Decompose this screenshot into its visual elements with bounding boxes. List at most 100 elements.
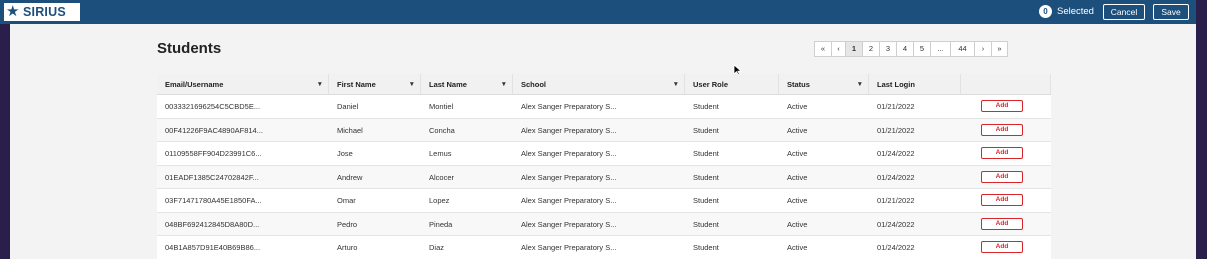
cell-last-login: 01/21/2022: [877, 102, 915, 111]
cell-last-name: Concha: [429, 125, 455, 135]
cell-user-role: Student: [693, 149, 719, 158]
table-body: 0033321696254C5CBD5E... Daniel Montiel Alex…: [157, 95, 1051, 259]
cell-first-name: Pedro: [337, 219, 358, 229]
cell-actions: Add: [961, 213, 1051, 236]
add-button[interactable]: Add: [981, 241, 1023, 253]
add-button[interactable]: Add: [981, 194, 1023, 206]
cell-last-name: Diaz: [429, 243, 445, 252]
cell-status: Active: [787, 196, 808, 205]
table-row[interactable]: 0033321696254C5CBD5E... Daniel Montiel Alex…: [157, 95, 1051, 119]
page-title: Students: [157, 40, 222, 57]
column-header-school: School ▼: [513, 74, 685, 94]
cell-actions: Add: [961, 236, 1051, 259]
table-row[interactable]: 03F71471780A45E1850FA... Omar Lopez Alex Sa…: [157, 189, 1051, 213]
column-header-first-name: First Name ▼: [329, 74, 421, 94]
page-button-1[interactable]: 1: [845, 41, 862, 57]
cell-first-name: Andrew: [337, 172, 363, 182]
cell-last-name: Alcocer: [429, 172, 455, 182]
cell-actions: Add: [961, 95, 1051, 118]
cell-status: Active: [787, 102, 808, 111]
column-header-last-name: Last Name ▼: [421, 74, 513, 94]
table-row[interactable]: 01EADF1385C24702842F... Andrew Alcocer Alex…: [157, 165, 1051, 189]
cell-status: Active: [787, 149, 808, 158]
cell-school: Alex Sanger Preparatory S...: [521, 172, 617, 182]
cell-email: 01EADF1385C24702842F...: [165, 172, 259, 182]
filter-icon[interactable]: ▼: [317, 74, 323, 95]
prev-page-button[interactable]: ‹: [831, 41, 845, 57]
cell-last-login: 01/24/2022: [877, 149, 915, 158]
add-button[interactable]: Add: [981, 170, 1023, 183]
cancel-button[interactable]: Cancel: [1103, 4, 1145, 20]
cell-school: Alex Sanger Preparatory S...: [521, 125, 617, 135]
cell-last-login: 01/21/2022: [877, 125, 915, 135]
cell-email: 03F71471780A45E1850FA...: [165, 196, 262, 205]
cell-email: 00F41226F9AC4890AF814...: [165, 125, 263, 135]
column-label-email: Email/Username: [165, 80, 224, 89]
column-label-user-role: User Role: [693, 80, 729, 89]
cell-first-name: Omar: [337, 196, 356, 205]
cell-email: 0033321696254C5CBD5E...: [165, 102, 261, 111]
filter-icon[interactable]: ▼: [673, 74, 679, 95]
selected-count-badge: 0: [1039, 5, 1052, 18]
cell-status: Active: [787, 243, 808, 252]
column-label-first-name: First Name: [337, 80, 376, 89]
cell-email: 01109558FF904D23991C6...: [165, 149, 262, 158]
cell-school: Alex Sanger Preparatory S...: [521, 219, 617, 229]
filter-icon[interactable]: ▼: [857, 74, 863, 95]
cell-last-login: 01/24/2022: [877, 219, 915, 229]
cell-last-login: 01/24/2022: [877, 172, 915, 182]
cell-last-name: Lemus: [429, 149, 452, 158]
save-button[interactable]: Save: [1153, 4, 1189, 20]
cell-actions: Add: [961, 119, 1051, 142]
table-row[interactable]: 00F41226F9AC4890AF814... Michael Concha Ale…: [157, 118, 1051, 142]
students-table: Email/Username ▼ First Name ▼ Last Name ▼ Scho…: [157, 74, 1051, 259]
column-header-last-login: Last Login: [869, 74, 961, 94]
sirius-logo[interactable]: ★ SIRIUS: [4, 3, 80, 21]
cell-user-role: Student: [693, 102, 719, 111]
page-button-2[interactable]: 2: [862, 41, 879, 57]
cell-first-name: Arturo: [337, 243, 358, 252]
column-header-user-role: User Role: [685, 74, 779, 94]
cell-actions: Add: [961, 142, 1051, 165]
top-bar: ★ SIRIUS 0 Selected Cancel Save: [0, 0, 1196, 24]
column-label-school: School: [521, 80, 547, 89]
add-button[interactable]: Add: [981, 100, 1023, 112]
next-page-button[interactable]: ›: [974, 41, 991, 57]
add-button[interactable]: Add: [981, 123, 1023, 136]
filter-icon[interactable]: ▼: [501, 74, 507, 95]
page-button-3[interactable]: 3: [879, 41, 896, 57]
column-header-email: Email/Username ▼: [157, 74, 329, 94]
cell-last-login: 01/24/2022: [877, 243, 915, 252]
cell-last-login: 01/21/2022: [877, 196, 915, 205]
cell-user-role: Student: [693, 243, 719, 252]
table-row[interactable]: 04B1A857D91E40B69B86... Arturo Diaz Alex Sa…: [157, 236, 1051, 259]
cell-actions: Add: [961, 189, 1051, 212]
cell-user-role: Student: [693, 172, 719, 182]
cell-first-name: Michael: [337, 125, 363, 135]
cell-actions: Add: [961, 166, 1051, 189]
table-header: Email/Username ▼ First Name ▼ Last Name ▼ Scho…: [157, 74, 1051, 95]
cell-status: Active: [787, 125, 808, 135]
filter-icon[interactable]: ▼: [409, 74, 415, 95]
cell-status: Active: [787, 219, 808, 229]
page-button-44[interactable]: 44: [950, 41, 974, 57]
table-row[interactable]: 048BF692412845D8A80D... Pedro Pineda Alex S…: [157, 212, 1051, 236]
cell-last-name: Pineda: [429, 219, 453, 229]
cell-status: Active: [787, 172, 808, 182]
page-button-5[interactable]: 5: [913, 41, 930, 57]
cell-email: 048BF692412845D8A80D...: [165, 219, 260, 229]
cell-last-name: Lopez: [429, 196, 450, 205]
cell-first-name: Daniel: [337, 102, 359, 111]
cell-user-role: Student: [693, 125, 719, 135]
last-page-button[interactable]: »: [991, 41, 1008, 57]
add-button[interactable]: Add: [981, 147, 1023, 159]
column-label-last-login: Last Login: [877, 80, 915, 89]
table-row[interactable]: 01109558FF904D23991C6... Jose Lemus Alex Sa…: [157, 142, 1051, 166]
add-button[interactable]: Add: [981, 217, 1023, 230]
column-label-status: Status: [787, 80, 810, 89]
first-page-button[interactable]: «: [814, 41, 831, 57]
cell-school: Alex Sanger Preparatory S...: [521, 196, 617, 205]
cell-email: 04B1A857D91E40B69B86...: [165, 243, 261, 252]
cell-user-role: Student: [693, 219, 719, 229]
page-button-4[interactable]: 4: [896, 41, 913, 57]
